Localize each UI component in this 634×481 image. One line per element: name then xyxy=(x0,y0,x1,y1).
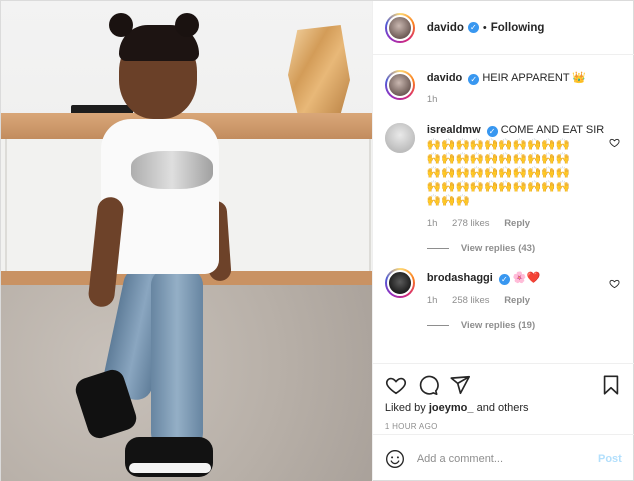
post-actions: Liked by joeymo_ and others 1 HOUR AGO xyxy=(372,363,634,431)
comment-emoji-block: 🙌🙌🙌🙌🙌🙌🙌🙌🙌🙌 🙌🙌🙌🙌🙌🙌🙌🙌🙌🙌 🙌🙌🙌🙌🙌🙌🙌🙌🙌🙌 🙌🙌🙌🙌🙌🙌🙌… xyxy=(427,138,605,208)
comment-text: COME AND EAT SIR xyxy=(500,124,605,136)
emoji-row: 🙌🙌🙌🙌🙌🙌🙌🙌🙌🙌 xyxy=(426,167,571,179)
post-comment-button[interactable]: Post xyxy=(598,453,622,465)
comment-username[interactable]: isrealdmw xyxy=(427,124,481,136)
heart-icon[interactable] xyxy=(609,137,620,148)
add-comment-input[interactable]: Add a comment... xyxy=(417,453,598,465)
emoji-row: 🙌🙌🙌🙌🙌🙌🙌🙌🙌🙌 xyxy=(426,181,571,193)
comment-time: 1h xyxy=(426,295,438,306)
caption: davido ✓ HEIR APPARENT 👑 1h xyxy=(384,70,622,105)
view-replies-label[interactable]: View replies (43) xyxy=(461,243,535,254)
add-comment-bar: Add a comment... Post xyxy=(372,434,634,481)
instagram-post: davido ✓ • Following davido ✓ HEIR APPARE… xyxy=(0,0,634,481)
divider xyxy=(426,325,449,326)
reply-button[interactable]: Reply xyxy=(504,218,530,229)
comment-username[interactable]: brodashaggi xyxy=(427,272,493,284)
caption-time: 1h xyxy=(426,94,438,105)
separator-dot: • xyxy=(482,21,487,34)
comment-text: 🌸❤️ xyxy=(512,272,541,284)
verified-icon: ✓ xyxy=(486,126,498,137)
verified-icon: ✓ xyxy=(468,74,480,85)
avatar[interactable] xyxy=(384,123,415,153)
liked-by-prefix: Liked by xyxy=(384,402,426,414)
heart-icon[interactable] xyxy=(385,374,407,396)
avatar[interactable] xyxy=(384,70,415,100)
child-sandal-sole xyxy=(129,463,211,473)
caption-username[interactable]: davido xyxy=(427,72,462,84)
child-hair-bun xyxy=(175,13,199,37)
liked-by-others[interactable]: and others xyxy=(477,402,529,414)
comments-list[interactable]: davido ✓ HEIR APPARENT 👑 1h isrealdmw ✓ CO… xyxy=(373,56,634,363)
post-header: davido ✓ • Following xyxy=(372,1,634,55)
photo-child xyxy=(1,1,372,481)
avatar[interactable] xyxy=(384,12,415,43)
bookmark-icon[interactable] xyxy=(600,374,622,396)
post-photo[interactable] xyxy=(1,1,372,481)
reply-button[interactable]: Reply xyxy=(504,295,530,306)
child-leg xyxy=(151,269,203,449)
child-hair-bun xyxy=(109,13,133,37)
following-button[interactable]: Following xyxy=(491,22,545,34)
author-username[interactable]: davido xyxy=(427,22,464,34)
caption-text: HEIR APPARENT xyxy=(482,72,570,84)
verified-icon: ✓ xyxy=(467,22,479,33)
liked-by-user[interactable]: joeymo_ xyxy=(429,402,474,414)
comment-icon[interactable] xyxy=(417,374,439,396)
smiley-icon[interactable] xyxy=(385,449,405,469)
child-arm xyxy=(87,195,125,309)
comment-item: isrealdmw ✓ COME AND EAT SIR 🙌🙌🙌🙌🙌🙌🙌🙌🙌🙌 🙌… xyxy=(384,123,622,229)
verified-icon: ✓ xyxy=(498,274,510,285)
comment-item: brodashaggi ✓ 🌸❤️ 1h 258 likes Reply xyxy=(384,268,622,306)
emoji-row: 🙌🙌🙌🙌🙌🙌🙌🙌🙌🙌 xyxy=(426,139,571,151)
view-replies-label[interactable]: View replies (19) xyxy=(461,320,535,331)
emoji-row: 🙌🙌🙌🙌🙌🙌🙌🙌🙌🙌 xyxy=(426,153,571,165)
crown-emoji: 👑 xyxy=(572,72,587,84)
view-replies-button[interactable]: View replies (43) xyxy=(426,243,622,254)
post-side-panel: davido ✓ • Following davido ✓ HEIR APPARE… xyxy=(371,1,634,481)
likes-summary: Liked by joeymo_ and others xyxy=(385,402,622,414)
comment-time: 1h xyxy=(426,218,438,229)
avatar[interactable] xyxy=(384,268,415,298)
comment-likes[interactable]: 278 likes xyxy=(452,218,490,229)
share-icon[interactable] xyxy=(449,374,471,396)
child-shirt-print xyxy=(131,151,213,189)
heart-icon[interactable] xyxy=(609,278,620,289)
emoji-row: 🙌🙌🙌 xyxy=(426,195,470,207)
divider xyxy=(426,248,449,249)
post-time-ago[interactable]: 1 HOUR AGO xyxy=(385,422,622,431)
comment-likes[interactable]: 258 likes xyxy=(452,295,490,306)
view-replies-button[interactable]: View replies (19) xyxy=(426,320,622,331)
